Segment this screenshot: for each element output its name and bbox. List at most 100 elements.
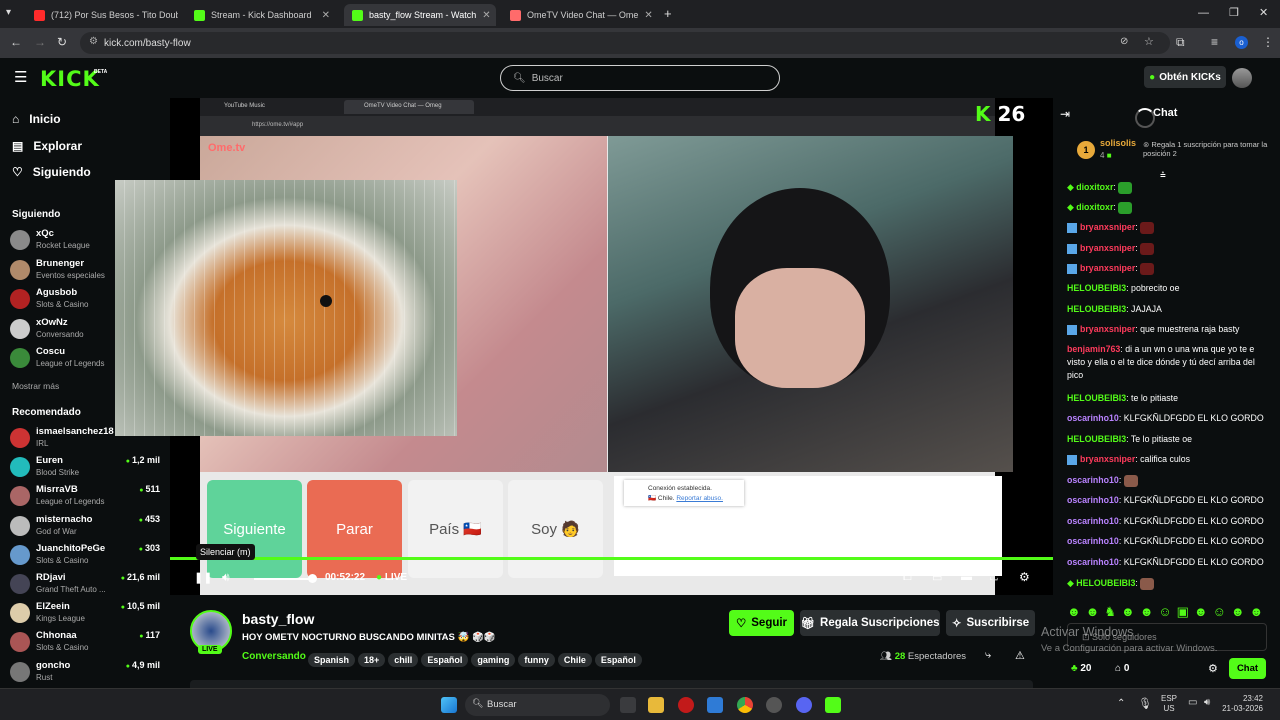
video-player[interactable]: YouTube Music OmeTV Video Chat — Omeg ht… <box>115 98 1053 595</box>
chat-username[interactable]: bryanxsniper <box>1080 324 1135 334</box>
progress-bar[interactable] <box>170 557 1053 560</box>
nav-home[interactable]: ⌂ Inicio <box>12 112 61 126</box>
theater-mode-icon[interactable]: ▬ <box>961 571 972 583</box>
chat-username[interactable]: HELOUBEIBI3 <box>1067 434 1126 444</box>
file-explorer-icon[interactable] <box>648 697 664 713</box>
browser-tab[interactable]: Stream - Kick Dashboard ✕ <box>186 4 338 26</box>
discord-icon[interactable] <box>796 697 812 713</box>
pause-icon[interactable]: ❚❚ <box>194 571 212 584</box>
chat-username[interactable]: HELOUBEIBI3 <box>1067 283 1126 293</box>
get-kicks-button[interactable]: ● Obtén KICKs <box>1144 66 1226 88</box>
site-info-icon[interactable]: ⚙ <box>89 36 98 47</box>
opera-icon[interactable] <box>678 697 694 713</box>
recommended-channel[interactable]: gonchoRust 4,9 mil <box>10 658 160 686</box>
maximize-icon[interactable]: ❐ <box>1229 6 1239 19</box>
fullscreen-icon[interactable]: ⛶ <box>990 571 998 584</box>
settings-gear-icon[interactable]: ⚙ <box>1019 570 1030 584</box>
subscribe-button[interactable]: ✧ Suscribirse <box>946 610 1035 636</box>
show-more-link[interactable]: Mostrar más <box>12 381 59 391</box>
chat-username[interactable]: HELOUBEIBI3 <box>1067 393 1126 403</box>
clip-icon[interactable]: ⧠ <box>903 571 912 584</box>
chat-username[interactable]: bryanxsniper <box>1080 263 1135 273</box>
report-icon[interactable]: ⚠ <box>1015 649 1025 662</box>
nav-following[interactable]: ♡ Siguiendo <box>12 165 91 179</box>
stream-tag[interactable]: chill <box>388 653 419 667</box>
follow-button[interactable]: ♡ Seguir <box>729 610 794 636</box>
top-gifter-name[interactable]: solisolis <box>1100 138 1136 148</box>
speaker-icon[interactable]: 🔊︎ <box>1204 697 1210 708</box>
chat-username[interactable]: oscarinho10 <box>1067 475 1119 485</box>
bookmark-star-icon[interactable]: ☆ <box>1144 35 1154 48</box>
search-input[interactable]: 🔍︎ Buscar <box>500 65 780 91</box>
steam-icon[interactable] <box>766 697 782 713</box>
chat-username[interactable]: oscarinho10 <box>1067 413 1119 423</box>
minimize-icon[interactable]: — <box>1198 7 1209 19</box>
recommended-channel[interactable]: ElZeeinKings League 10,5 mil <box>10 599 160 627</box>
channel-name[interactable]: basty_flow <box>242 611 314 627</box>
gift-subs-button[interactable]: 🎁︎ Regala Suscripciones <box>800 610 940 636</box>
close-window-icon[interactable]: ✕ <box>1259 6 1268 19</box>
taskbar-search[interactable]: 🔍︎ Buscar <box>465 694 610 716</box>
tab-list-icon[interactable]: ▾ <box>6 7 11 18</box>
chat-settings-icon[interactable]: ⚙ <box>1208 662 1218 675</box>
profile-icon[interactable]: o <box>1235 36 1248 49</box>
nav-explore[interactable]: ▤ Explorar <box>12 139 82 153</box>
tray-chevron-icon[interactable]: ⌃ <box>1117 698 1125 709</box>
microphone-icon[interactable]: 🎙︎ <box>1138 697 1152 710</box>
recommended-channel[interactable]: misternachoGod of War 453 <box>10 512 160 540</box>
forward-icon[interactable]: → <box>34 35 46 49</box>
browser-tab-active[interactable]: basty_flow Stream - Watch ✕ <box>344 4 496 26</box>
app-f-icon[interactable] <box>707 697 723 713</box>
kick-app-icon[interactable] <box>825 697 841 713</box>
stream-tag[interactable]: Spanish <box>308 653 356 667</box>
chat-username[interactable]: bryanxsniper <box>1080 243 1135 253</box>
language-indicator[interactable]: ESP US <box>1161 694 1177 714</box>
browser-tab[interactable]: (712) Por Sus Besos - Tito Doub✕ <box>26 4 178 26</box>
chat-username[interactable]: HELOUBEIBI3 <box>1067 304 1126 314</box>
chat-username[interactable]: HELOUBEIBI3 <box>1076 578 1135 588</box>
chat-username[interactable]: benjamin763 <box>1067 344 1120 354</box>
miniplayer-icon[interactable]: ▭ <box>932 571 942 584</box>
chat-username[interactable]: dioxitoxr <box>1076 182 1113 192</box>
task-view-icon[interactable] <box>620 697 636 713</box>
send-chat-button[interactable]: Chat <box>1229 658 1266 679</box>
recommended-channel[interactable]: EurenBlood Strike 1,2 mil <box>10 453 160 481</box>
user-avatar[interactable] <box>1232 68 1252 88</box>
stream-tag[interactable]: funny <box>518 653 555 667</box>
recommended-channel[interactable]: RDjavi Grand Theft Auto ... 21,6 mil <box>10 570 160 598</box>
recommended-channel[interactable]: ChhonaaSlots & Casino 117 <box>10 628 160 656</box>
close-tab-icon[interactable]: ✕ <box>322 10 330 21</box>
windows-start-icon[interactable] <box>441 697 457 713</box>
collapse-chat-icon[interactable]: ⇥ <box>1060 107 1070 121</box>
recommended-channel[interactable]: JuanchitoPeGeSlots & Casino 303 <box>10 541 160 569</box>
kick-logo[interactable]: KICK <box>40 67 100 91</box>
reload-icon[interactable]: ↻ <box>57 35 67 49</box>
chat-username[interactable]: oscarinho10 <box>1067 495 1119 505</box>
stream-tag[interactable]: 18+ <box>358 653 386 667</box>
chat-username[interactable]: dioxitoxr <box>1076 202 1113 212</box>
browser-tab[interactable]: OmeTV Video Chat — Ome ✕ <box>502 4 654 26</box>
url-bar[interactable]: ⚙ kick.com/basty-flow ⊘ ☆ <box>80 32 1170 54</box>
points-counter[interactable]: ♣ 20 <box>1071 663 1091 674</box>
volume-slider[interactable] <box>254 578 312 580</box>
chat-username[interactable]: bryanxsniper <box>1080 454 1135 464</box>
gifts-counter[interactable]: ⌂ 0 <box>1115 663 1129 674</box>
volume-handle[interactable] <box>308 574 317 583</box>
clock[interactable]: 23:42 21-03-2026 <box>1221 694 1263 714</box>
gift-prompt[interactable]: ⊗ Regala 1 suscripción para tomar la pos… <box>1143 140 1278 158</box>
chrome-icon[interactable] <box>737 697 753 713</box>
share-icon[interactable]: ⤷ <box>985 649 991 662</box>
stream-tag[interactable]: Español <box>594 653 642 667</box>
chat-username[interactable]: bryanxsniper <box>1080 222 1135 232</box>
hamburger-menu-icon[interactable]: ☰ <box>14 68 27 86</box>
volume-icon[interactable]: 🔊︎ <box>222 570 230 585</box>
back-icon[interactable]: ← <box>10 35 22 49</box>
chat-username[interactable]: oscarinho10 <box>1067 557 1119 567</box>
stream-tag[interactable]: gaming <box>471 653 516 667</box>
extensions-icon[interactable]: ⧉ <box>1176 35 1185 50</box>
media-controls-icon[interactable]: ≡ <box>1211 35 1218 49</box>
stream-tag[interactable]: Español <box>421 653 469 667</box>
menu-kebab-icon[interactable]: ⋮ <box>1262 35 1274 49</box>
new-tab-button[interactable]: + <box>664 6 672 21</box>
stream-tag[interactable]: Chile <box>557 653 592 667</box>
